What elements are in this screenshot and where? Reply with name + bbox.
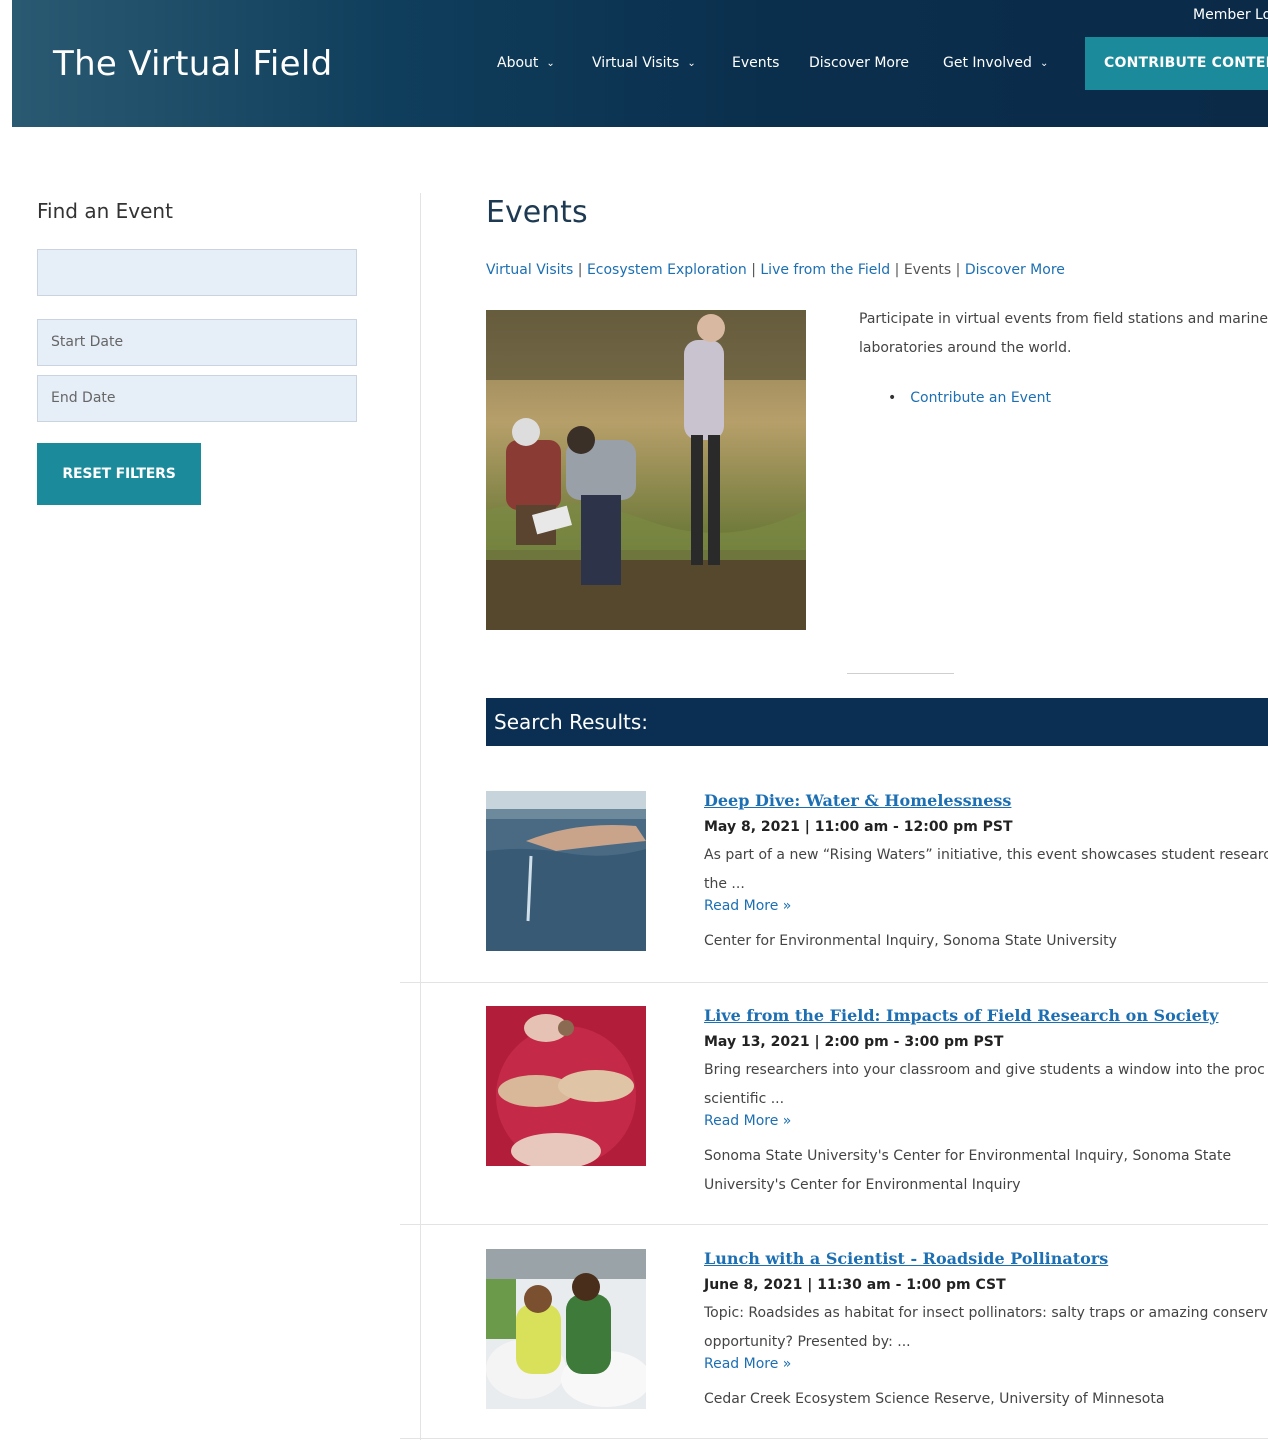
result-host: Cedar Creek Ecosystem Science Reserve, U… [704, 1391, 1165, 1407]
result-divider [400, 982, 1268, 983]
result-description: Topic: Roadsides as habitat for insect p… [704, 1305, 1268, 1350]
breadcrumb: Virtual Visits | Ecosystem Exploration |… [486, 262, 1065, 278]
nav-label: Discover More [809, 55, 910, 71]
chevron-down-icon: ⌄ [1039, 58, 1049, 69]
breadcrumb-events: Events [903, 262, 952, 278]
find-event-title: Find an Event [37, 199, 173, 223]
result-host: Sonoma State University's Center for Env… [704, 1148, 1232, 1193]
hero-image [486, 310, 806, 630]
intro-text: Participate in virtual events from field… [859, 311, 1268, 356]
read-more-link[interactable]: Read More » [704, 1113, 791, 1129]
reset-filters-button[interactable]: RESET FILTERS [37, 443, 201, 505]
search-results-heading: Search Results: [486, 698, 1268, 746]
site-title[interactable]: The Virtual Field [53, 44, 333, 84]
nav-get-involved[interactable]: Get Involved ⌄ [943, 55, 1048, 71]
result-date: June 8, 2021 | 11:30 am - 1:00 pm CST [704, 1277, 1006, 1293]
result-divider [400, 1224, 1268, 1225]
contribute-content-button[interactable]: CONTRIBUTE CONTENT [1085, 37, 1268, 90]
result-title-link[interactable]: Deep Dive: Water & Homelessness [704, 791, 1011, 810]
result-date: May 8, 2021 | 11:00 am - 12:00 pm PST [704, 819, 1013, 835]
nav-about[interactable]: About ⌄ [497, 55, 555, 71]
start-date-field[interactable]: Start Date [37, 319, 357, 366]
end-date-field[interactable]: End Date [37, 375, 357, 422]
member-login-link[interactable]: Member Login [1193, 7, 1268, 23]
contribute-event-label[interactable]: Contribute an Event [910, 390, 1051, 406]
contribute-event-link[interactable]: Contribute an Event [888, 390, 1051, 406]
result-description: As part of a new “Rising Waters” initiat… [704, 847, 1268, 892]
result-thumbnail[interactable] [486, 1249, 646, 1409]
breadcrumb-ecosystem-exploration[interactable]: Ecosystem Exploration [587, 262, 747, 278]
breadcrumb-virtual-visits[interactable]: Virtual Visits [486, 262, 573, 278]
chevron-down-icon: ⌄ [687, 58, 696, 69]
read-more-link[interactable]: Read More » [704, 898, 791, 914]
nav-discover-more[interactable]: Discover More [809, 55, 909, 71]
result-title-link[interactable]: Lunch with a Scientist - Roadside Pollin… [704, 1249, 1108, 1268]
read-more-link[interactable]: Read More » [704, 1356, 791, 1372]
result-description: Bring researchers into your classroom an… [704, 1062, 1265, 1107]
result-date: May 13, 2021 | 2:00 pm - 3:00 pm PST [704, 1034, 1004, 1050]
result-title-link[interactable]: Live from the Field: Impacts of Field Re… [704, 1006, 1218, 1025]
chevron-down-icon: ⌄ [546, 58, 555, 69]
nav-events[interactable]: Events [732, 55, 779, 71]
page-title: Events [486, 195, 588, 230]
breadcrumb-live-from-the-field[interactable]: Live from the Field [760, 262, 890, 278]
result-divider [400, 1438, 1268, 1439]
section-divider [847, 673, 954, 674]
result-thumbnail[interactable] [486, 791, 646, 951]
site-header: The Virtual Field Member Login About ⌄ Vi… [12, 0, 1268, 127]
result-host: Center for Environmental Inquiry, Sonoma… [704, 933, 1117, 949]
result-thumbnail[interactable] [486, 1006, 646, 1166]
nav-label: Get Involved [943, 55, 1032, 71]
nav-label: About [497, 55, 539, 71]
nav-label: Virtual Visits [592, 55, 680, 71]
nav-label: Events [732, 55, 780, 71]
nav-virtual-visits[interactable]: Virtual Visits ⌄ [592, 55, 696, 71]
search-input[interactable] [37, 249, 357, 296]
column-divider [420, 193, 421, 1440]
breadcrumb-discover-more[interactable]: Discover More [965, 262, 1065, 278]
